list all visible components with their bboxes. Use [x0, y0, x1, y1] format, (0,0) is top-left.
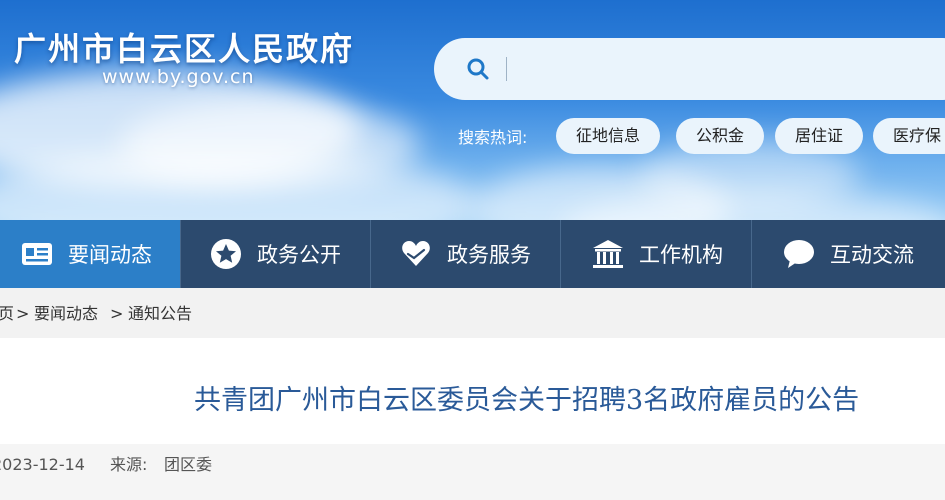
text-cursor	[506, 57, 507, 81]
nav-label: 互动交流	[830, 243, 914, 267]
site-title[interactable]: 广州市白云区人民政府	[14, 24, 354, 70]
article-meta: 2023-12-14 来源: 团区委	[0, 444, 945, 500]
main-nav: 要闻动态 政务公开 政务服务 工作机构 互动交流	[0, 220, 945, 288]
heart-hand-icon	[402, 241, 430, 266]
nav-label: 政务公开	[257, 243, 341, 267]
breadcrumb-separator: >	[110, 304, 124, 323]
nav-item-services[interactable]: 政务服务	[371, 220, 560, 288]
breadcrumb: 页 > 要闻动态 > 通知公告	[0, 288, 945, 338]
hot-tag[interactable]: 居住证	[775, 118, 864, 154]
hot-tag[interactable]: 征地信息	[556, 118, 661, 154]
star-badge-icon	[211, 239, 241, 269]
breadcrumb-link[interactable]: 要闻动态	[34, 288, 98, 340]
nav-item-news[interactable]: 要闻动态	[0, 220, 180, 288]
site-url: www.by.gov.cn	[102, 66, 255, 88]
search-input[interactable]	[514, 50, 938, 90]
nav-item-interaction[interactable]: 互动交流	[752, 220, 945, 288]
breadcrumb-home-link[interactable]: 页	[0, 288, 14, 340]
header-banner: 广州市白云区人民政府 www.by.gov.cn 搜索热词: 征地信息 公积金 …	[0, 0, 945, 220]
nav-label: 要闻动态	[68, 243, 152, 267]
nav-label: 政务服务	[447, 243, 531, 267]
building-icon	[593, 240, 623, 268]
source-value: 团区委	[164, 455, 213, 474]
article-title: 共青团广州市白云区委员会关于招聘3名政府雇员的公告	[194, 385, 860, 416]
hot-words-label: 搜索热词:	[458, 128, 528, 147]
news-card-icon	[22, 243, 52, 265]
breadcrumb-current[interactable]: 通知公告	[128, 288, 192, 340]
nav-label: 工作机构	[639, 243, 723, 267]
breadcrumb-separator: >	[16, 304, 30, 323]
nav-item-public-affairs[interactable]: 政务公开	[181, 220, 370, 288]
hot-tag[interactable]: 公积金	[676, 118, 765, 154]
search-icon[interactable]	[466, 57, 490, 81]
nav-item-institutions[interactable]: 工作机构	[561, 220, 751, 288]
publish-date: 2023-12-14	[0, 455, 85, 474]
source-label: 来源:	[110, 455, 148, 474]
search-box[interactable]	[434, 38, 945, 100]
chat-bubble-icon	[784, 240, 814, 268]
hot-tag[interactable]: 医疗保	[873, 118, 945, 154]
